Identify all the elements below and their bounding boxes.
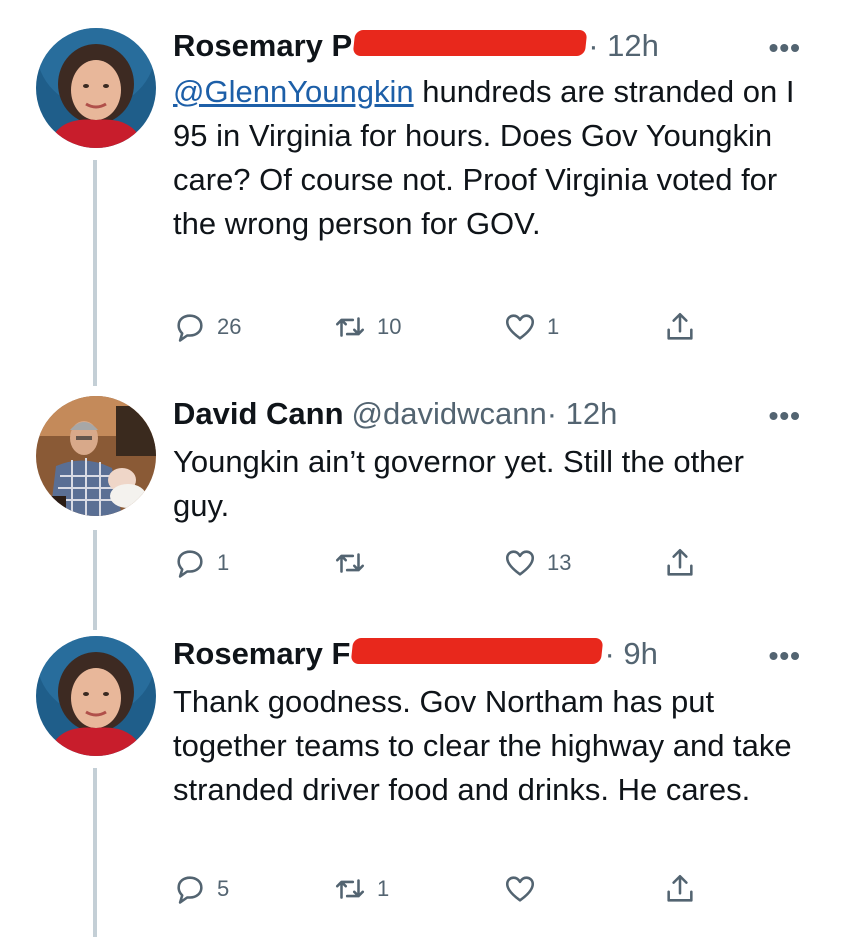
like-button[interactable]: 13 [503,546,571,580]
avatar[interactable] [36,28,156,148]
avatar-man-with-baby-image [36,396,156,516]
retweet-icon [335,553,365,573]
tweet-header: Rosemary P · 12h [173,28,659,68]
retweet-count: 10 [377,314,402,339]
retweet-button[interactable] [333,546,377,580]
display-name[interactable]: Rosemary F [173,636,350,672]
tweet-1[interactable]: Rosemary P · 12h ••• @GlennYoungkin hund… [0,28,843,378]
share-icon [667,548,693,576]
tweet-2[interactable]: David Cann @davidwcann · 12h ••• Youngki… [0,396,843,596]
like-count: 13 [547,550,572,575]
share-button[interactable] [663,310,707,344]
tweet-header: David Cann @davidwcann · 12h [173,396,617,436]
reply-count: 1 [217,550,230,575]
retweet-icon [335,879,365,899]
retweet-button[interactable]: 10 [333,310,401,344]
tweet-3[interactable]: Rosemary F · 9h ••• Thank goodness. Gov … [0,636,843,936]
tweet-header: Rosemary F · 9h [173,636,658,676]
user-handle[interactable]: @davidwcann [352,396,547,432]
action-bar: 1 13 [173,546,733,586]
display-name[interactable]: Rosemary P [173,28,352,64]
retweet-icon [335,317,365,337]
reply-count: 26 [217,314,242,339]
more-icon[interactable]: ••• [769,640,801,672]
like-count: 1 [547,314,560,339]
redaction-mark [351,638,604,664]
heart-icon [505,876,535,902]
like-button[interactable] [503,872,547,906]
avatar-woman-image [36,636,156,756]
reply-count: 5 [217,876,230,901]
retweet-button[interactable]: 1 [333,872,389,906]
timestamp[interactable]: · 12h [547,396,618,432]
reply-icon [177,876,203,904]
avatar[interactable] [36,636,156,756]
timestamp[interactable]: · 9h [604,636,657,672]
reply-button[interactable]: 5 [173,872,229,906]
tweet-text: @GlennYoungkin hundreds are stranded on … [173,70,813,246]
share-button[interactable] [663,546,707,580]
reply-button[interactable]: 26 [173,310,241,344]
retweet-count: 1 [377,876,390,901]
share-button[interactable] [663,872,707,906]
mention-link[interactable]: @GlennYoungkin [173,74,414,109]
more-icon[interactable]: ••• [769,400,801,432]
reply-icon [177,314,203,342]
tweet-text: Youngkin ain’t governor yet. Still the o… [173,444,744,523]
avatar[interactable] [36,396,156,516]
heart-icon [505,314,535,340]
reply-button[interactable]: 1 [173,546,229,580]
avatar-woman-image [36,28,156,148]
tweet-text: Thank goodness. Gov Northam has put toge… [173,684,792,807]
like-button[interactable]: 1 [503,310,559,344]
action-bar: 5 1 [173,872,733,912]
redaction-mark [352,30,588,56]
timestamp[interactable]: · 12h [588,28,659,64]
reply-icon [177,550,203,578]
share-icon [667,874,693,902]
heart-icon [505,550,535,576]
display-name[interactable]: David Cann [173,396,344,432]
more-icon[interactable]: ••• [769,32,801,64]
action-bar: 26 10 1 [173,310,733,350]
share-icon [667,312,693,340]
